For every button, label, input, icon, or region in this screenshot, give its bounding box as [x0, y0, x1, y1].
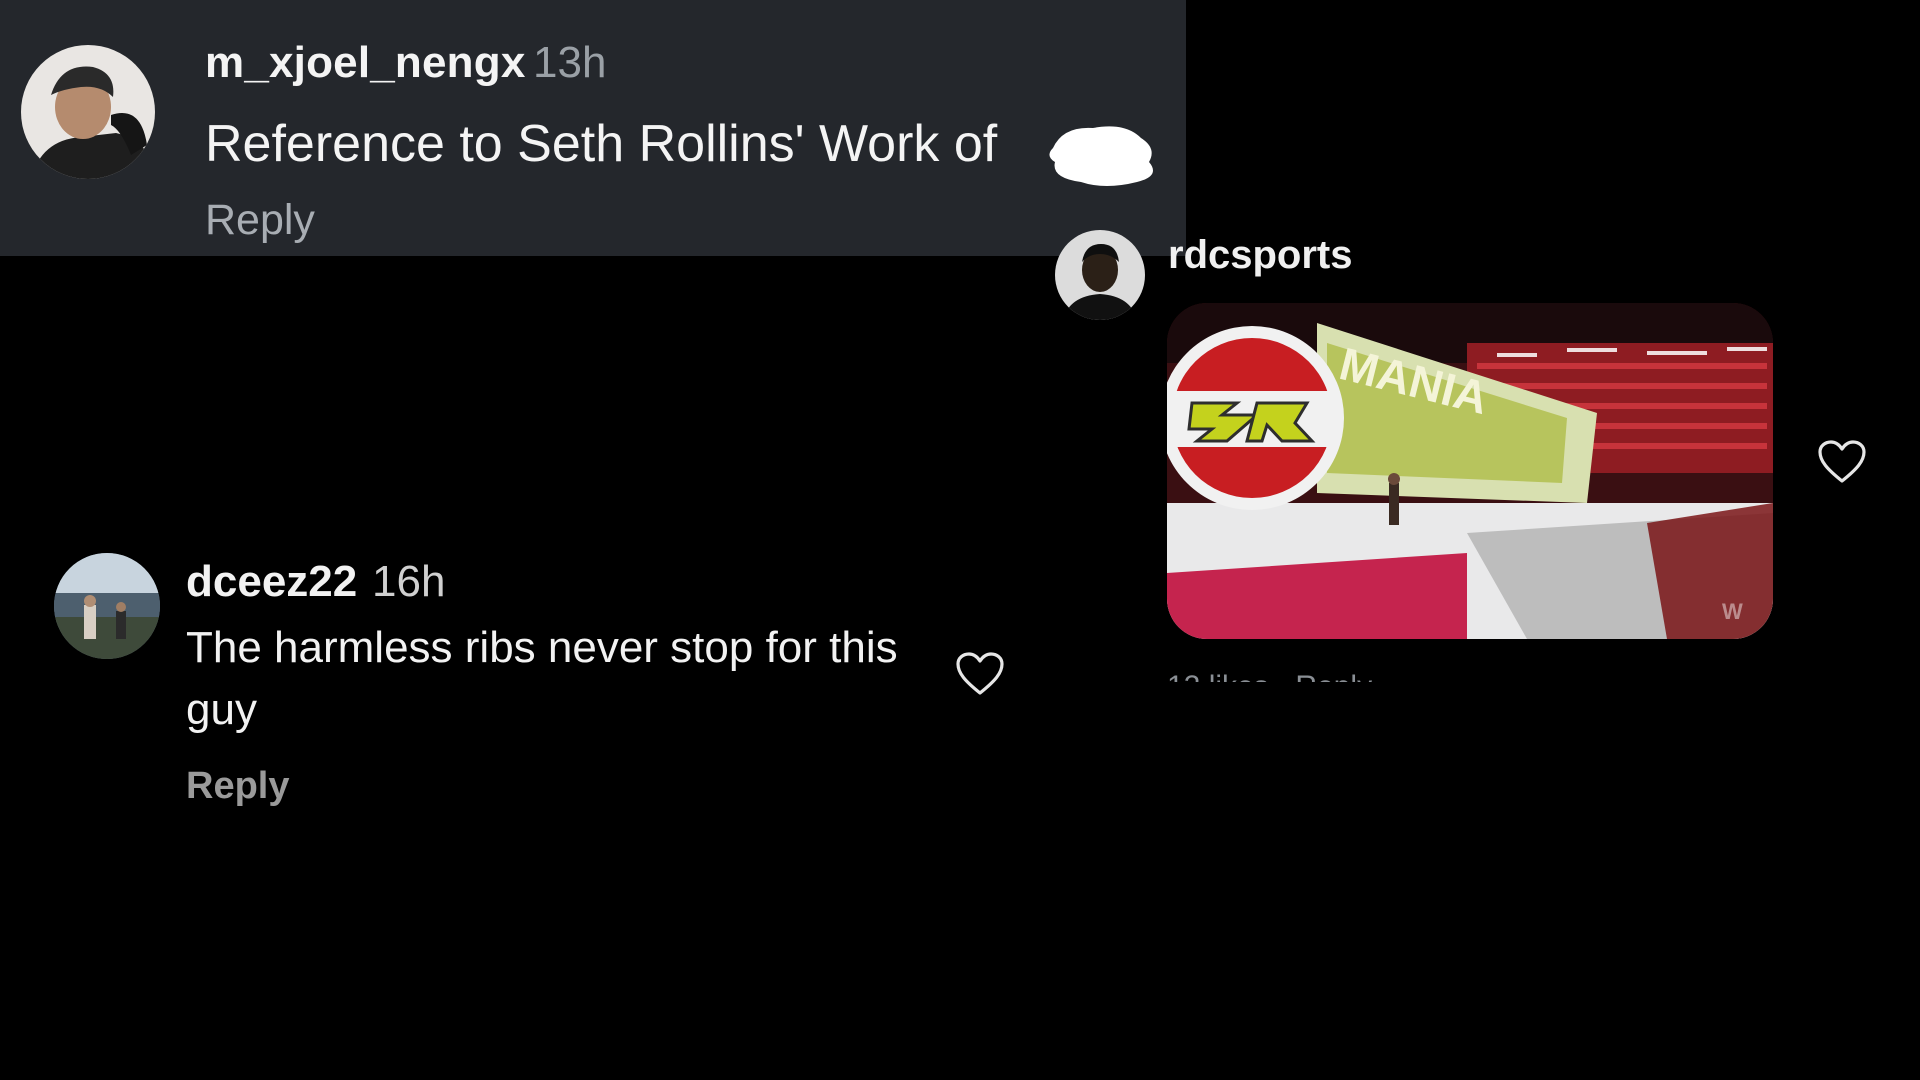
comment-username[interactable]: dceez22 [186, 557, 357, 607]
comment-username[interactable]: rdcsports [1168, 233, 1353, 278]
comment-card-m-xjoel-nengx: m_xjoel_nengx 13h Reference to Seth Roll… [0, 0, 1186, 256]
avatar[interactable] [1055, 230, 1145, 320]
like-heart-icon[interactable] [955, 651, 1005, 697]
comment-text: The harmless ribs never stop for this gu… [186, 623, 898, 734]
comment-text: Reference to Seth Rollins' Work of [205, 115, 998, 173]
comment-timestamp: 16h [372, 557, 446, 606]
truncated-caption: 12 likes · Reply [1167, 672, 1372, 682]
comment-timestamp: 13h [533, 38, 607, 87]
reply-button[interactable]: Reply [205, 196, 315, 245]
redaction-scribble [1049, 126, 1153, 186]
reply-button[interactable]: Reply [186, 765, 289, 808]
comment-gif-media[interactable]: MANIA W [1167, 303, 1773, 639]
avatar[interactable] [21, 45, 155, 179]
comment-username[interactable]: m_xjoel_nengx [205, 38, 526, 88]
like-heart-icon[interactable] [1817, 439, 1867, 485]
svg-text:W: W [1722, 599, 1743, 624]
avatar[interactable] [54, 553, 160, 659]
